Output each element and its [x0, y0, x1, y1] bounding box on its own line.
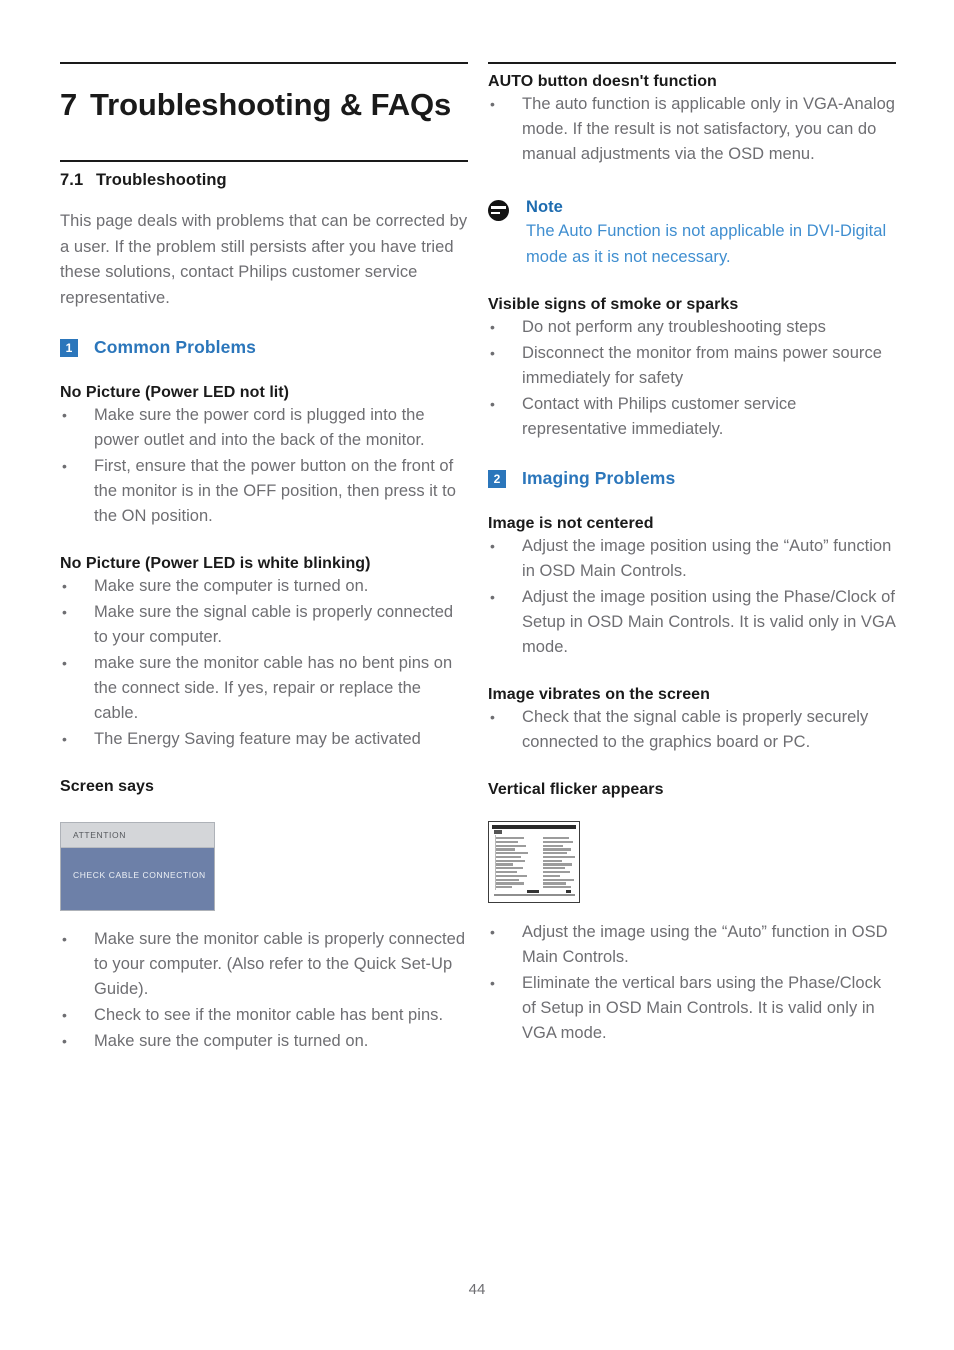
right-column: AUTO button doesn't function The auto fu… [488, 62, 896, 1046]
flicker-figure-content [495, 835, 575, 890]
vertical-flicker-figure [488, 821, 580, 903]
section-heading: 7.1 Troubleshooting [60, 171, 468, 190]
sub-heading-smoke-or-sparks: Visible signs of smoke or sparks [488, 296, 739, 313]
list-item: Adjust the image using the “Auto” functi… [488, 920, 896, 970]
sub-heading-no-picture-led-not-lit: No Picture (Power LED not lit) [60, 384, 290, 402]
sub-heading-no-picture-led-blinking: No Picture (Power LED is white blinking) [60, 555, 371, 573]
list-item: Make sure the signal cable is properly c… [60, 600, 468, 650]
list-item: Contact with Philips customer service re… [488, 392, 896, 442]
osd-attention-message: CHECK CABLE CONNECTION [61, 848, 214, 911]
list-item: The Energy Saving feature may be activat… [60, 727, 468, 752]
list-item: Make sure the computer is turned on. [60, 1029, 468, 1054]
osd-attention-title: ATTENTION [61, 823, 214, 849]
flicker-figure-column-right [543, 835, 575, 890]
osd-attention-figure: ATTENTION CHECK CABLE CONNECTION [60, 822, 215, 912]
chapter-top-rule [60, 62, 468, 64]
page-title: 7 Troubleshooting & FAQs [60, 87, 468, 122]
group-label-imaging-problems: Imaging Problems [522, 468, 676, 488]
list-item: make sure the monitor cable has no bent … [60, 651, 468, 726]
flicker-figure-topbar [492, 825, 576, 829]
bullet-list-no-picture-led-not-lit: Make sure the power cord is plugged into… [60, 403, 468, 529]
list-item: Do not perform any troubleshooting steps [488, 315, 896, 340]
section-title-text: Troubleshooting [96, 171, 227, 190]
bullet-list-image-not-centered: Adjust the image position using the “Aut… [488, 534, 896, 660]
list-item: Check that the signal cable is properly … [488, 705, 896, 755]
sub-heading-image-vibrates: Image vibrates on the screen [488, 686, 710, 703]
flicker-figure-footline [494, 893, 575, 896]
list-item: Make sure the monitor cable is properly … [60, 927, 468, 1002]
chapter-number: 7 [60, 87, 78, 122]
list-item: Make sure the power cord is plugged into… [60, 403, 468, 453]
flicker-figure-foot-tick-right [566, 890, 571, 893]
flicker-figure-foot-tick-left [527, 890, 539, 893]
sub-heading-auto-button: AUTO button doesn't function [488, 73, 717, 90]
title-spacer [60, 122, 468, 160]
bullet-list-no-picture-led-blinking: Make sure the computer is turned on. Mak… [60, 574, 468, 752]
bullet-list-screen-says: Make sure the monitor cable is properly … [60, 927, 468, 1054]
sub-heading-image-not-centered: Image is not centered [488, 515, 654, 532]
sub-heading-screen-says: Screen says [60, 778, 154, 796]
note-body: The Auto Function is not applicable in D… [526, 222, 887, 266]
intro-paragraph: This page deals with problems that can b… [60, 212, 468, 307]
list-item: Check to see if the monitor cable has be… [60, 1003, 468, 1028]
bullet-list-image-vibrates: Check that the signal cable is properly … [488, 705, 896, 755]
list-item: Adjust the image position using the “Aut… [488, 534, 896, 584]
bullet-list-smoke-or-sparks: Do not perform any troubleshooting steps… [488, 315, 896, 442]
document-page: 7 Troubleshooting & FAQs 7.1 Troubleshooti… [0, 0, 954, 1350]
group-badge-1: 1 [60, 338, 78, 357]
sub-heading-vertical-flicker: Vertical flicker appears [488, 781, 664, 798]
chapter-title-text: Troubleshooting & FAQs [90, 87, 452, 122]
group-heading-common-problems: 1 Common Problems [60, 337, 468, 358]
list-item: Eliminate the vertical bars using the Ph… [488, 971, 896, 1046]
right-column-top-rule [488, 62, 896, 64]
section-number: 7.1 [60, 171, 84, 190]
flicker-figure-marks [494, 830, 502, 834]
left-column: 7 Troubleshooting & FAQs 7.1 Troubleshooti… [60, 62, 468, 1054]
list-item: The auto function is applicable only in … [488, 92, 896, 167]
note-callout: Note The Auto Function is not applicable… [488, 197, 896, 270]
bullet-list-vertical-flicker: Adjust the image using the “Auto” functi… [488, 920, 896, 1046]
list-item: Adjust the image position using the Phas… [488, 585, 896, 660]
bullet-list-auto-button: The auto function is applicable only in … [488, 92, 896, 167]
section-top-rule [60, 160, 468, 163]
group-badge-2: 2 [488, 469, 506, 488]
note-icon [488, 200, 509, 221]
group-label-common-problems: Common Problems [94, 337, 256, 358]
list-item: First, ensure that the power button on t… [60, 454, 468, 529]
list-item: Disconnect the monitor from mains power … [488, 341, 896, 391]
note-title: Note [526, 198, 563, 216]
group-heading-imaging-problems: 2 Imaging Problems [488, 468, 896, 489]
flicker-figure-column-left [496, 835, 528, 890]
list-item: Make sure the computer is turned on. [60, 574, 468, 599]
page-number: 44 [468, 1281, 486, 1298]
